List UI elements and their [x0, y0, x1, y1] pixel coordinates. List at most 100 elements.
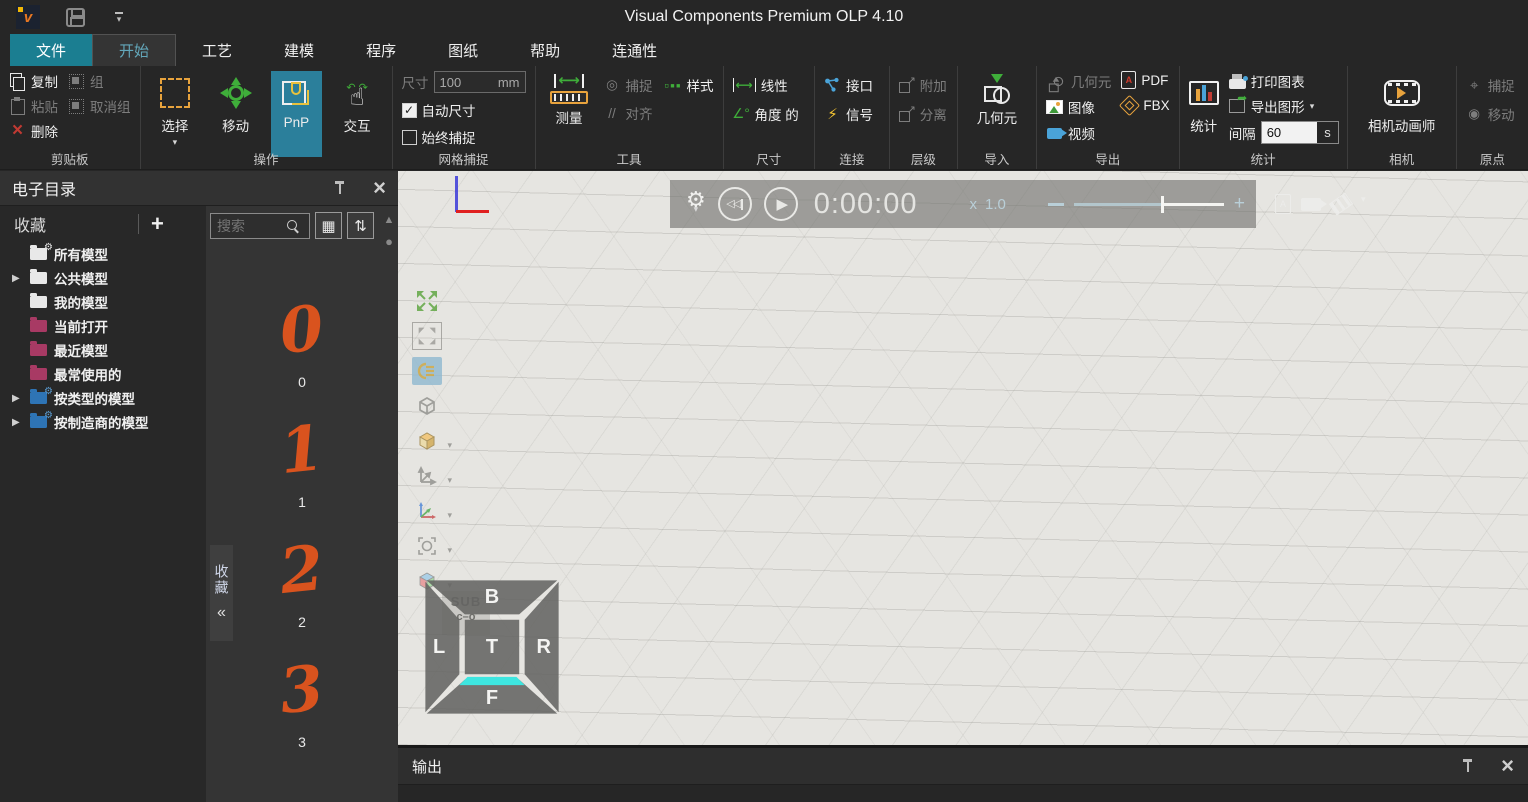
tree-item-models-by-type[interactable]: ▶ ⚙ 按类型的模型 — [0, 386, 206, 410]
grid-view-button[interactable]: ▦ — [315, 212, 342, 239]
export-geometry-button[interactable]: 几何元 — [1046, 71, 1112, 91]
ribbon-group-clipboard: 复制 粘贴 ×删除 组 取消组 剪贴板 — [0, 66, 141, 169]
expander-icon[interactable]: ▶ — [12, 417, 23, 428]
model-list-pane: ▦ ⇅ ▲ ● 0 0 1 1 2 2 — [206, 206, 398, 802]
render-mode-button[interactable]: ▾ — [412, 427, 442, 455]
close-icon[interactable]: × — [373, 179, 386, 197]
search-input[interactable] — [217, 218, 287, 234]
grid-size-input[interactable]: 100 mm — [434, 71, 526, 93]
scroll-thumb[interactable]: ● — [385, 234, 393, 249]
fit-view-button[interactable] — [412, 287, 442, 315]
export-image-button[interactable]: 图像 — [1046, 97, 1112, 117]
model-item-1[interactable]: 1 1 — [280, 420, 323, 510]
expander-icon[interactable]: ▶ — [12, 273, 23, 284]
tab-connectivity[interactable]: 连通性 — [586, 34, 683, 66]
tab-program[interactable]: 程序 — [340, 34, 422, 66]
viewport-3d[interactable]: ⚙ ▾ ◁◁ ▶ 0:00:00 x1.0 + A ▾ — [398, 171, 1528, 745]
projection-toggle-button[interactable] — [412, 392, 442, 420]
expander-icon[interactable]: ▶ — [12, 393, 23, 404]
plus-icon[interactable]: + — [1234, 196, 1245, 212]
export-pdf-button[interactable]: APDF — [1121, 71, 1169, 89]
tab-drawing[interactable]: 图纸 — [422, 34, 504, 66]
tab-modeling[interactable]: 建模 — [258, 34, 340, 66]
interval-input[interactable]: 60 s — [1261, 121, 1339, 144]
export-pdf-quick-icon[interactable]: A — [1275, 194, 1291, 214]
origin-move-button[interactable]: ◉移动 — [1466, 104, 1515, 124]
tree-item-my-models[interactable]: 我的模型 — [0, 290, 206, 314]
close-icon[interactable]: × — [1501, 757, 1514, 775]
import-geometry-button[interactable]: 几何元 — [967, 71, 1027, 151]
speed-slider[interactable]: + — [1048, 196, 1245, 212]
ungroup-button[interactable]: 取消组 — [68, 96, 131, 116]
export-video-button[interactable]: 视频 — [1046, 123, 1112, 143]
tree-item-most-used[interactable]: 最常使用的 — [0, 362, 206, 386]
center-of-interest-button[interactable]: ▾ — [412, 532, 442, 560]
delete-button[interactable]: ×删除 — [9, 121, 58, 141]
folder-icon — [30, 272, 47, 284]
model-item-3[interactable]: 3 3 — [280, 660, 323, 750]
move-button[interactable]: 移动 — [210, 71, 261, 151]
search-box[interactable] — [210, 213, 310, 239]
folder-gear-icon: ⚙ — [30, 392, 47, 404]
play-button[interactable]: ▶ — [764, 187, 798, 221]
tree-item-models-by-manufacturer[interactable]: ▶ ⚙ 按制造商的模型 — [0, 410, 206, 434]
print-chart-button[interactable]: 打印图表 — [1229, 71, 1339, 91]
signal-button[interactable]: ⚡信号 — [824, 104, 873, 124]
tab-process[interactable]: 工艺 — [176, 34, 258, 66]
simulation-settings-button[interactable]: ⚙ ▾ — [686, 195, 706, 213]
scroll-up-icon[interactable]: ▲ — [384, 214, 395, 226]
export-fbx-button[interactable]: FBX — [1121, 97, 1169, 114]
output-title: 输出 — [412, 756, 442, 777]
tab-file[interactable]: 文件 — [10, 34, 92, 66]
interface-button[interactable]: 接口 — [824, 75, 873, 95]
export-graph-button[interactable]: 导出图形▾ — [1229, 96, 1339, 116]
view-cube[interactable]: B L T R F — [424, 579, 560, 715]
detach-button[interactable]: 分离 — [899, 104, 947, 124]
add-favorite-button[interactable]: + — [151, 214, 164, 234]
measure-button[interactable]: ⟷ 测量 — [545, 71, 594, 151]
camera-animator-button[interactable]: 相机动画师 — [1357, 71, 1447, 151]
attach-button[interactable]: 附加 — [899, 75, 947, 95]
tree-item-recent-models[interactable]: 最近模型 — [0, 338, 206, 362]
style-button[interactable]: ▫▪▪样式 — [665, 75, 714, 95]
frame-display-button[interactable]: ▾ — [412, 462, 442, 490]
always-snap-checkbox[interactable]: 始终捕捉 — [402, 127, 526, 147]
model-item-2[interactable]: 2 2 — [280, 540, 323, 630]
reset-button[interactable]: ◁◁ — [718, 187, 752, 221]
minus-icon[interactable] — [1048, 203, 1064, 206]
linear-dimension-button[interactable]: ⟷线性 — [733, 75, 799, 95]
statistics-chart-icon — [1189, 81, 1219, 105]
select-button[interactable]: 选择 ▾ — [150, 71, 201, 151]
record-video-icon[interactable] — [1301, 198, 1321, 211]
origin-snap-button[interactable]: ⌖捕捉 — [1466, 75, 1515, 95]
folder-icon — [30, 320, 47, 332]
pin-icon[interactable] — [1461, 758, 1475, 774]
favorites-collapse-tab[interactable]: 收藏 « — [210, 545, 233, 641]
paste-button[interactable]: 粘贴 — [9, 96, 58, 116]
statistics-button[interactable]: 统计 — [1189, 71, 1219, 151]
tree-item-currently-open[interactable]: 当前打开 — [0, 314, 206, 338]
snap-button[interactable]: ◎捕捉 — [604, 75, 653, 95]
tab-home[interactable]: 开始 — [92, 34, 176, 66]
angular-dimension-button[interactable]: ∠°角度 的 — [733, 104, 799, 124]
pin-icon[interactable] — [333, 180, 347, 196]
group-label-import: 导入 — [958, 149, 1036, 168]
model-item-0[interactable]: 0 0 — [280, 300, 323, 390]
align-button[interactable]: //对齐 — [604, 103, 714, 123]
origin-display-button[interactable]: ▾ — [412, 497, 442, 525]
animation-export-icon[interactable] — [1329, 193, 1353, 216]
tree-item-public-models[interactable]: ▶ 公共模型 — [0, 266, 206, 290]
fill-view-button[interactable] — [412, 322, 442, 350]
plane-selection-button[interactable] — [412, 357, 442, 385]
sort-button[interactable]: ⇅ — [347, 212, 374, 239]
tree-item-all-models[interactable]: ⚙ 所有模型 — [0, 242, 206, 266]
pnp-button[interactable]: PnP — [271, 71, 322, 157]
tab-help[interactable]: 帮助 — [504, 34, 586, 66]
interact-button[interactable]: ↶ ↷ ☝ 交互 — [332, 71, 383, 151]
copy-button[interactable]: 复制 — [9, 71, 58, 91]
slider-handle[interactable] — [1161, 196, 1164, 213]
group-button[interactable]: 组 — [68, 71, 131, 91]
list-scrollbar[interactable]: ▲ ● — [382, 214, 396, 249]
slider-track[interactable] — [1074, 203, 1224, 206]
auto-size-checkbox[interactable]: ✓ 自动尺寸 — [402, 100, 526, 120]
